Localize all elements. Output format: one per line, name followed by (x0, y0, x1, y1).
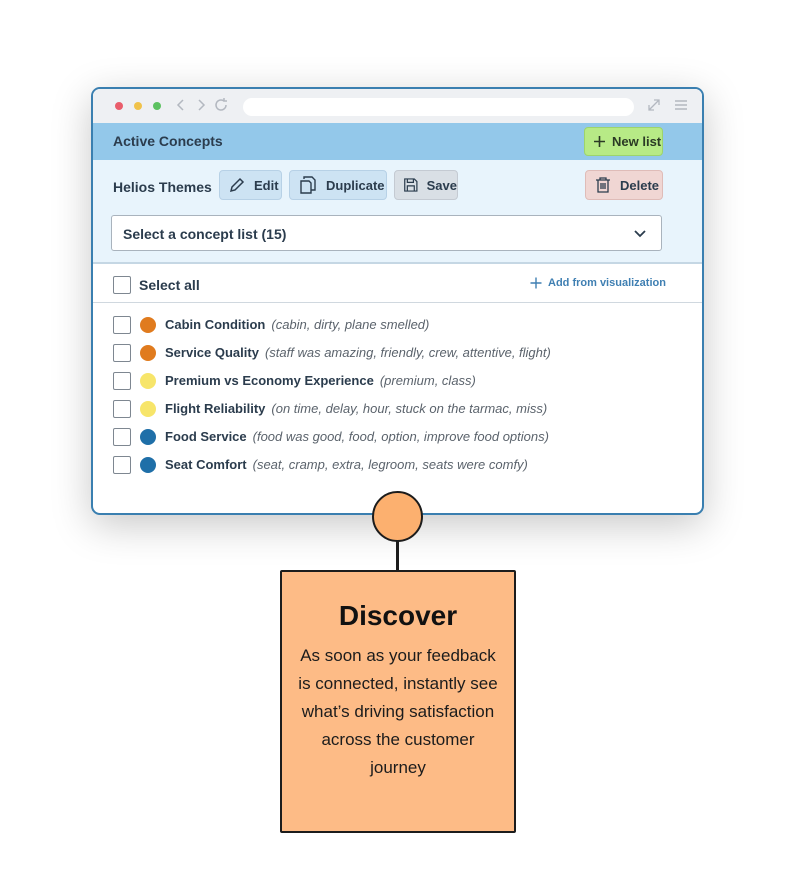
concept-keywords: (food was good, food, option, improve fo… (252, 429, 549, 444)
concept-color-swatch (140, 317, 156, 333)
list-item: Service Quality (staff was amazing, frien… (93, 341, 702, 369)
forward-icon[interactable] (193, 97, 209, 113)
edit-label: Edit (254, 177, 279, 193)
add-from-visualization-label: Add from visualization (548, 277, 666, 289)
concept-color-swatch (140, 401, 156, 417)
callout-connector-circle (372, 491, 423, 542)
reload-icon[interactable] (213, 97, 229, 113)
discover-callout-card: Discover As soon as your feedback is con… (280, 570, 516, 833)
save-button[interactable]: Save (394, 170, 458, 200)
concept-checkbox[interactable] (113, 372, 131, 390)
concept-checkbox[interactable] (113, 428, 131, 446)
callout-body: As soon as your feedback is connected, i… (298, 646, 498, 777)
concept-name: Seat Comfort (165, 457, 247, 472)
duplicate-label: Duplicate (326, 177, 385, 193)
pencil-icon (229, 177, 245, 193)
edit-button[interactable]: Edit (219, 170, 282, 200)
concept-color-swatch (140, 345, 156, 361)
address-bar[interactable] (243, 98, 634, 116)
expand-icon[interactable] (646, 97, 662, 113)
minimize-window-dot[interactable] (134, 102, 142, 110)
list-item: Cabin Condition (cabin, dirty, plane smel… (93, 313, 702, 341)
new-list-label: New list (612, 134, 662, 149)
select-all-checkbox[interactable] (113, 276, 131, 294)
concept-name: Cabin Condition (165, 317, 266, 332)
plus-icon (530, 277, 542, 289)
list-item: Food Service (food was good, food, option… (93, 425, 702, 453)
callout-title: Discover (338, 600, 458, 631)
floppy-disk-icon (404, 178, 418, 192)
callout-connector-line (396, 540, 399, 572)
concept-list: Cabin Condition (cabin, dirty, plane smel… (93, 313, 702, 481)
maximize-window-dot[interactable] (153, 102, 161, 110)
select-all-row: Select all Add from visualization (93, 266, 702, 303)
menu-icon[interactable] (673, 97, 689, 113)
concept-checkbox[interactable] (113, 344, 131, 362)
concept-color-swatch (140, 373, 156, 389)
concept-name: Premium vs Economy Experience (165, 373, 374, 388)
concept-checkbox[interactable] (113, 456, 131, 474)
chevron-down-icon (634, 230, 646, 238)
new-list-button[interactable]: New list (584, 127, 663, 156)
close-window-dot[interactable] (115, 102, 123, 110)
active-concepts-header: Active Concepts New list (93, 123, 702, 160)
list-toolbar: Helios Themes Edit Duplicate Save Delete… (93, 160, 702, 264)
duplicate-button[interactable]: Duplicate (289, 170, 387, 200)
list-item: Seat Comfort (seat, cramp, extra, legroom… (93, 453, 702, 481)
browser-window: Active Concepts New list Helios Themes E… (91, 87, 704, 515)
concept-keywords: (staff was amazing, friendly, crew, atte… (264, 345, 551, 360)
concept-keywords: (seat, cramp, extra, legroom, seats were… (252, 457, 528, 472)
plus-icon (594, 136, 605, 147)
panel-title: Active Concepts (113, 133, 223, 149)
concept-keywords: (premium, class) (379, 373, 476, 388)
concept-name: Food Service (165, 429, 247, 444)
list-item: Premium vs Economy Experience (premium, c… (93, 369, 702, 397)
duplicate-icon (300, 176, 316, 194)
delete-label: Delete (620, 177, 660, 193)
list-item: Flight Reliability (on time, delay, hour,… (93, 397, 702, 425)
trash-icon (596, 177, 610, 193)
concept-keywords: (on time, delay, hour, stuck on the tarm… (271, 401, 548, 416)
theme-name: Helios Themes (113, 179, 212, 195)
back-icon[interactable] (173, 97, 189, 113)
concept-color-swatch (140, 429, 156, 445)
concept-keywords: (cabin, dirty, plane smelled) (271, 317, 430, 332)
concept-list-select[interactable]: Select a concept list (15) (111, 215, 662, 251)
save-label: Save (426, 177, 457, 193)
concept-checkbox[interactable] (113, 400, 131, 418)
concept-list-select-value: Select a concept list (15) (123, 226, 287, 242)
concept-color-swatch (140, 457, 156, 473)
select-all-label: Select all (139, 277, 200, 293)
delete-button[interactable]: Delete (585, 170, 663, 200)
concept-name: Service Quality (165, 345, 259, 360)
browser-titlebar (93, 89, 702, 123)
concept-name: Flight Reliability (165, 401, 266, 416)
add-from-visualization-link[interactable]: Add from visualization (530, 277, 666, 289)
concept-checkbox[interactable] (113, 316, 131, 334)
